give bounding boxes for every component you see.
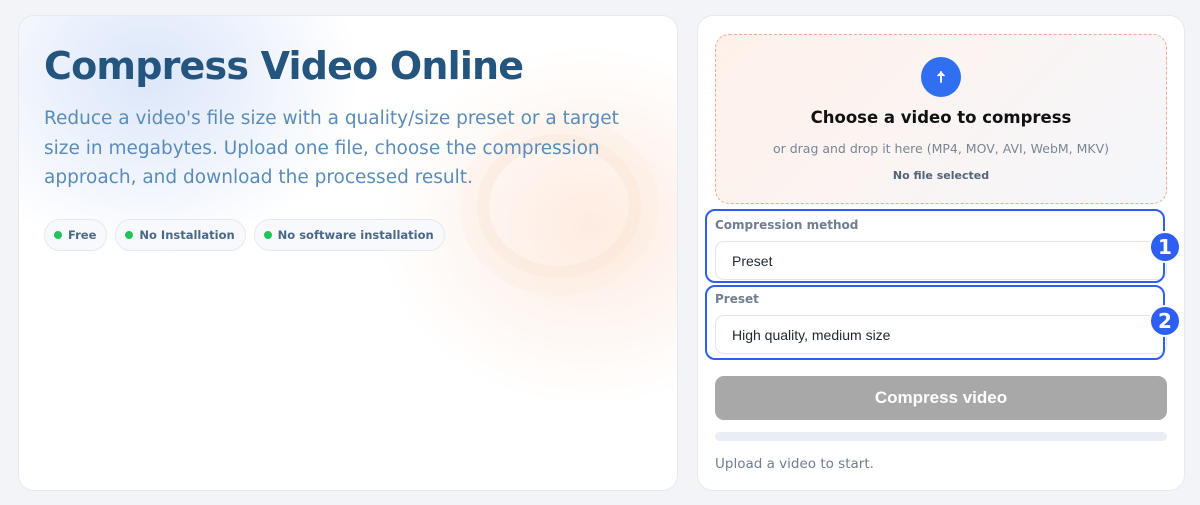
badge-no-software-installation: No software installation bbox=[253, 218, 445, 251]
annotation-marker-1: 1 bbox=[1149, 231, 1181, 263]
upload-title: Choose a video to compress bbox=[810, 108, 1072, 127]
status-dot-icon bbox=[263, 230, 272, 239]
annotation-marker-2: 2 bbox=[1149, 305, 1181, 337]
status-message: Upload a video to start. bbox=[715, 456, 874, 472]
highlight-box-preset bbox=[705, 285, 1165, 360]
badge-free: Free bbox=[44, 218, 108, 251]
badge-label: Free bbox=[68, 227, 97, 242]
status-dot-icon bbox=[54, 230, 62, 239]
file-status: No file selected bbox=[892, 169, 990, 182]
upload-button[interactable] bbox=[921, 57, 961, 97]
highlight-box-compression-method bbox=[705, 209, 1165, 283]
page-subtitle: Reduce a video's file size with a qualit… bbox=[44, 108, 619, 188]
status-dot-icon bbox=[125, 230, 134, 239]
upload-hint: or drag and drop it here (MP4, MOV, AVI,… bbox=[772, 141, 1110, 156]
compress-video-button[interactable]: Compress video bbox=[715, 376, 1167, 420]
page-title: Compress Video Online bbox=[44, 44, 524, 88]
progress-bar bbox=[715, 432, 1167, 441]
arrow-up-icon bbox=[936, 71, 946, 83]
badge-no-installation: No Installation bbox=[115, 218, 246, 251]
badge-label: No software installation bbox=[277, 227, 434, 242]
feature-badges: Free No Installation No software install… bbox=[44, 218, 652, 251]
upload-dropzone[interactable]: Choose a video to compress or drag and d… bbox=[715, 34, 1167, 204]
hero-card: Compress Video Online Reduce a video's f… bbox=[18, 15, 678, 491]
badge-label: No Installation bbox=[139, 227, 235, 242]
